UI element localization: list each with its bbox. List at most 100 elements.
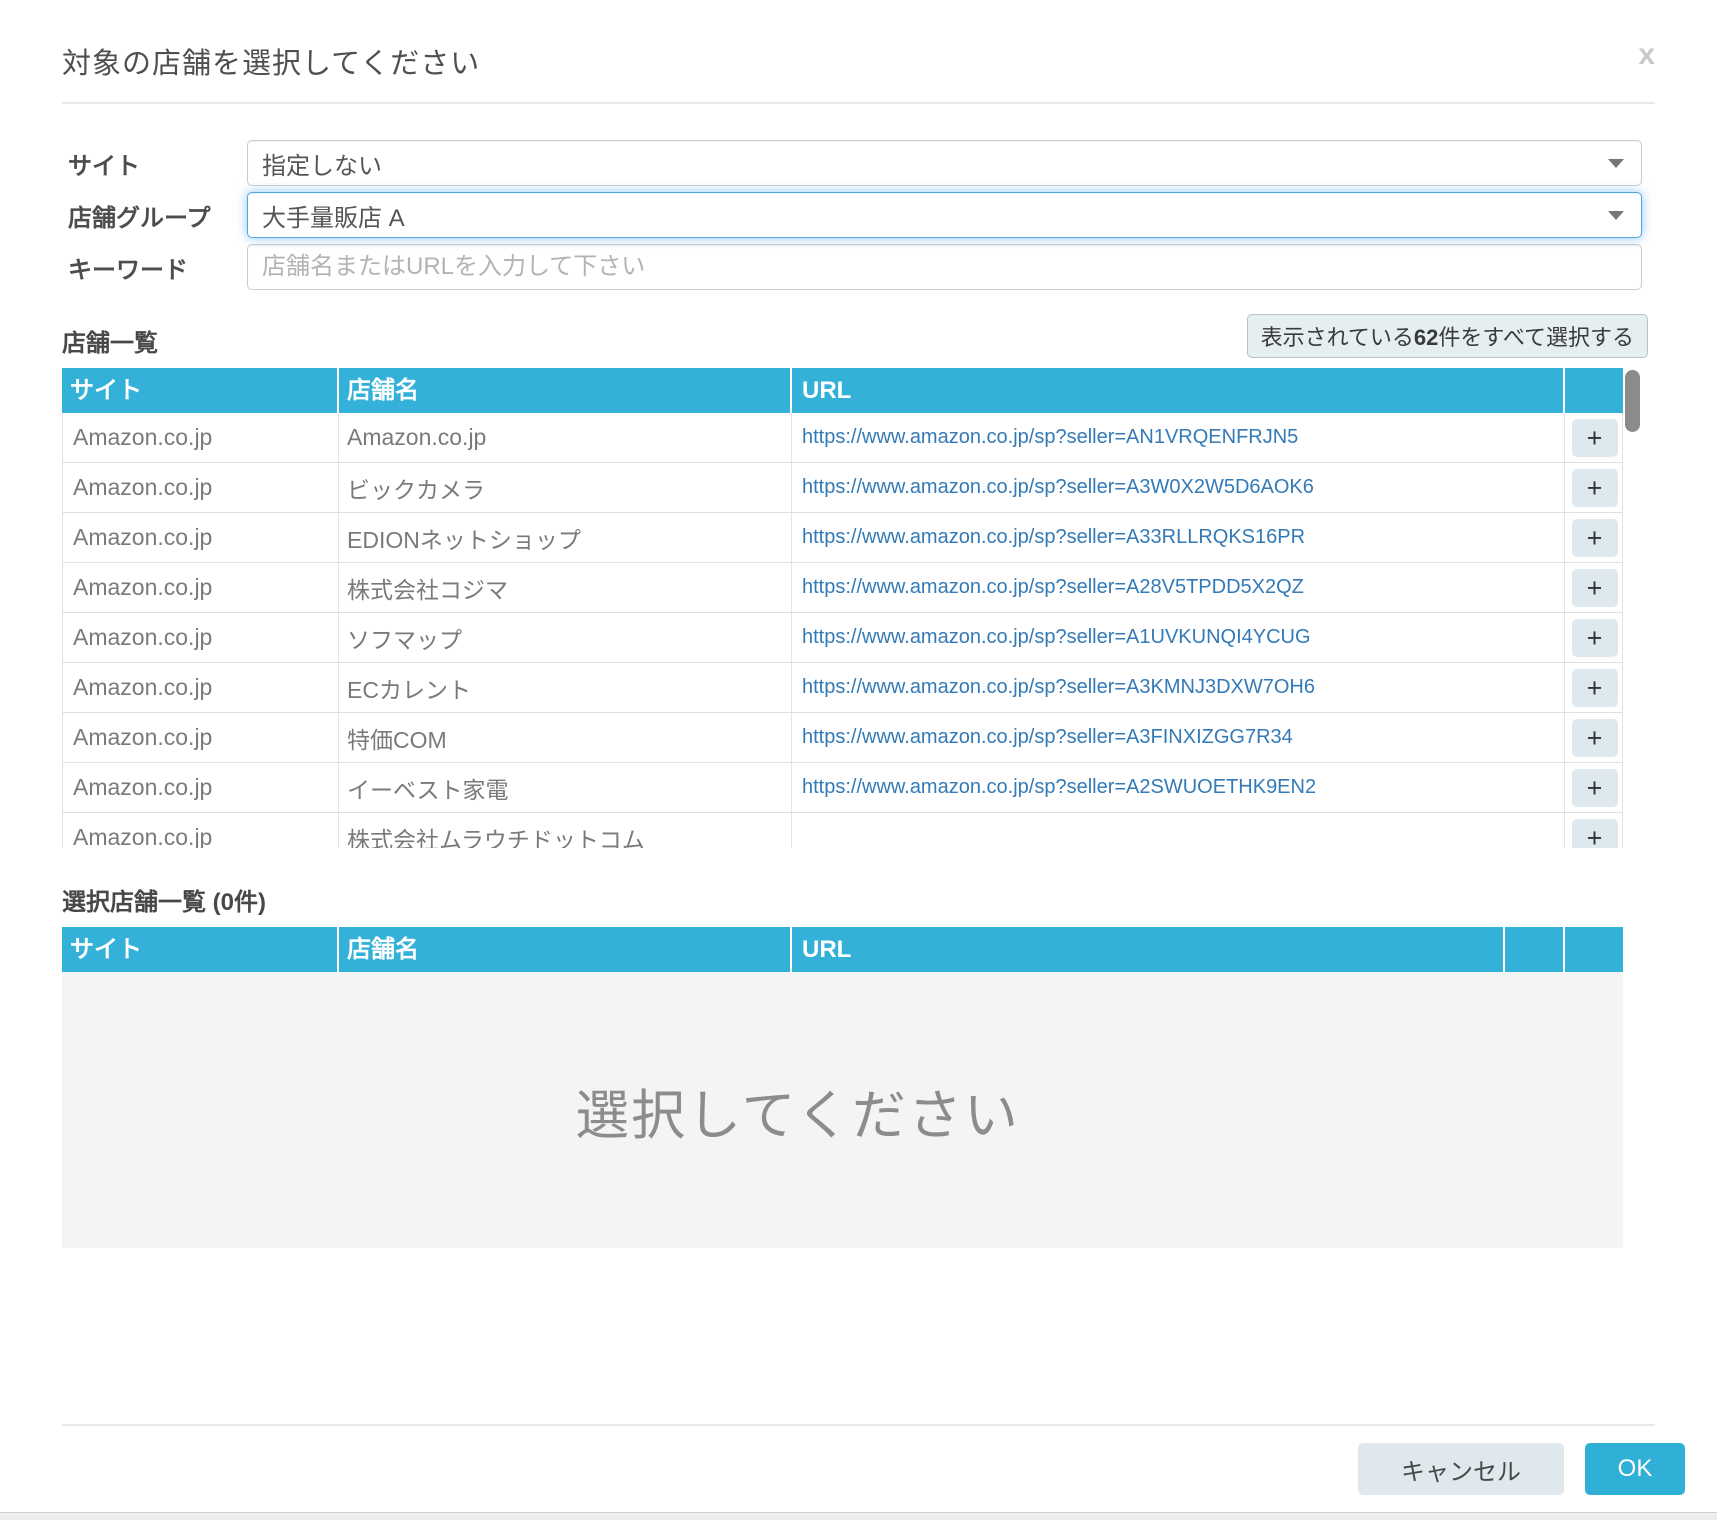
cell-name: 特価COM [338,713,791,762]
table-row: Amazon.co.jp イーベスト家電 https://www.amazon.… [63,763,1622,813]
keyword-row: キーワード [68,244,1642,290]
table-row: Amazon.co.jp Amazon.co.jp https://www.am… [63,413,1622,463]
cell-site: Amazon.co.jp [63,563,338,612]
table-row: Amazon.co.jp EDIONネットショップ https://www.am… [63,513,1622,563]
cell-url: https://www.amazon.co.jp/sp?seller=A2SWU… [791,763,1564,812]
store-group-label: 店舗グループ [68,198,247,233]
store-url-link[interactable]: https://www.amazon.co.jp/sp?seller=A3W0X… [802,476,1314,499]
chevron-down-icon [1608,211,1624,220]
store-url-link[interactable]: https://www.amazon.co.jp/sp?seller=AN1VR… [802,426,1298,449]
store-url-link[interactable]: https://www.amazon.co.jp/sp?seller=A1UVK… [802,626,1311,649]
store-select-dialog: 対象の店舗を選択してください x サイト 指定しない 店舗グループ 大手量販店 … [0,0,1717,1513]
filter-form: サイト 指定しない 店舗グループ 大手量販店 A キーワード [0,140,1717,290]
cell-url: https://www.amazon.co.jp/sp?seller=A3W0X… [791,463,1564,512]
table-row: Amazon.co.jp 株式会社ムラウチドットコム + [63,813,1622,848]
store-url-link[interactable]: https://www.amazon.co.jp/sp?seller=A3KMN… [802,676,1315,699]
cell-name: EDIONネットショップ [338,513,791,562]
column-header-url: URL [790,927,1503,972]
cell-name: 株式会社ムラウチドットコム [338,813,791,848]
store-table-body: Amazon.co.jp Amazon.co.jp https://www.am… [62,413,1623,848]
add-store-button[interactable]: + [1572,469,1618,507]
store-group-row: 店舗グループ 大手量販店 A [68,192,1642,238]
cell-add: + [1564,763,1623,812]
store-list-head: 店舗一覧 表示されている62件をすべて選択する [62,314,1648,358]
cell-site: Amazon.co.jp [63,413,338,462]
cell-add: + [1564,813,1623,848]
store-table: サイト 店舗名 URL Amazon.co.jp Amazon.co.jp ht… [62,368,1623,848]
cell-name: Amazon.co.jp [338,413,791,462]
selected-table-header: サイト 店舗名 URL [62,927,1623,972]
cell-site: Amazon.co.jp [63,763,338,812]
cancel-button[interactable]: キャンセル [1358,1443,1564,1495]
cell-name: ビックカメラ [338,463,791,512]
cell-name: イーベスト家電 [338,763,791,812]
column-header-extra-1 [1503,927,1563,972]
scrollbar-thumb[interactable] [1625,370,1640,432]
column-header-extra-2 [1563,927,1623,972]
ok-button[interactable]: OK [1585,1443,1685,1495]
store-group-select[interactable]: 大手量販店 A [247,192,1642,238]
cell-add: + [1564,563,1623,612]
select-all-button[interactable]: 表示されている62件をすべて選択する [1247,314,1648,358]
store-url-link[interactable]: https://www.amazon.co.jp/sp?seller=A28V5… [802,576,1304,599]
selected-list-title: 選択店舗一覧 (0件) [62,882,266,917]
cell-site: Amazon.co.jp [63,713,338,762]
cell-add: + [1564,413,1623,462]
cell-add: + [1564,613,1623,662]
column-header-add [1563,368,1623,413]
cell-site: Amazon.co.jp [63,463,338,512]
store-url-link[interactable]: https://www.amazon.co.jp/sp?seller=A33RL… [802,526,1305,549]
dialog-footer: キャンセル OK [0,1426,1717,1495]
keyword-label: キーワード [68,250,247,285]
dialog-header: 対象の店舗を選択してください x [0,0,1717,82]
add-store-button[interactable]: + [1572,769,1618,807]
add-store-button[interactable]: + [1572,669,1618,707]
cell-site: Amazon.co.jp [63,663,338,712]
store-url-link[interactable]: https://www.amazon.co.jp/sp?seller=A2SWU… [802,776,1316,799]
cell-add: + [1564,513,1623,562]
cell-add: + [1564,463,1623,512]
selected-table: サイト 店舗名 URL 選択してください [62,927,1623,1248]
table-row: Amazon.co.jp ビックカメラ https://www.amazon.c… [63,463,1622,513]
table-row: Amazon.co.jp ソフマップ https://www.amazon.co… [63,613,1622,663]
empty-placeholder-text: 選択してください [575,1071,1020,1150]
site-row: サイト 指定しない [68,140,1642,186]
dialog-title: 対象の店舗を選択してください [62,40,1655,82]
cell-name: ECカレント [338,663,791,712]
cell-url: https://www.amazon.co.jp/sp?seller=A33RL… [791,513,1564,562]
cell-url [791,813,1564,848]
cell-add: + [1564,663,1623,712]
selected-table-empty-body: 選択してください [62,972,1623,1248]
add-store-button[interactable]: + [1572,619,1618,657]
column-header-name: 店舗名 [337,368,790,413]
column-header-site: サイト [62,927,337,972]
header-divider [62,102,1655,104]
table-row: Amazon.co.jp 特価COM https://www.amazon.co… [63,713,1622,763]
table-row: Amazon.co.jp 株式会社コジマ https://www.amazon.… [63,563,1622,613]
add-store-button[interactable]: + [1572,819,1618,849]
selected-list-head: 選択店舗一覧 (0件) [62,882,1648,917]
close-icon[interactable]: x [1638,40,1655,70]
cell-url: https://www.amazon.co.jp/sp?seller=A3FIN… [791,713,1564,762]
add-store-button[interactable]: + [1572,419,1618,457]
site-label: サイト [68,146,247,181]
cell-name: ソフマップ [338,613,791,662]
site-select[interactable]: 指定しない [247,140,1642,186]
store-url-link[interactable]: https://www.amazon.co.jp/sp?seller=A3FIN… [802,726,1293,749]
cell-url: https://www.amazon.co.jp/sp?seller=A28V5… [791,563,1564,612]
add-store-button[interactable]: + [1572,719,1618,757]
store-list-title: 店舗一覧 [62,323,158,358]
column-header-name: 店舗名 [337,927,790,972]
table-row: Amazon.co.jp ECカレント https://www.amazon.c… [63,663,1622,713]
add-store-button[interactable]: + [1572,519,1618,557]
cell-site: Amazon.co.jp [63,813,338,848]
cell-site: Amazon.co.jp [63,613,338,662]
column-header-url: URL [790,368,1563,413]
site-select-value: 指定しない [262,146,382,181]
cell-site: Amazon.co.jp [63,513,338,562]
cell-url: https://www.amazon.co.jp/sp?seller=A1UVK… [791,613,1564,662]
add-store-button[interactable]: + [1572,569,1618,607]
scrollbar-track[interactable] [1625,368,1640,848]
keyword-input[interactable] [247,244,1642,290]
cell-url: https://www.amazon.co.jp/sp?seller=A3KMN… [791,663,1564,712]
